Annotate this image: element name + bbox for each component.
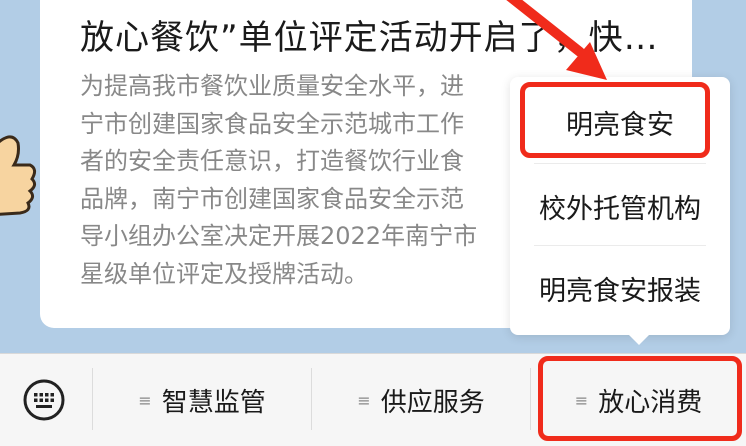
menu-list-icon: ≡: [138, 390, 152, 410]
highlight-box-menu: [538, 356, 742, 441]
menu-item-zhihui-jianguan[interactable]: ≡ 智慧监管: [93, 354, 311, 446]
keyboard-icon[interactable]: [22, 378, 66, 422]
article-headline[interactable]: 放心餐饮”单位评定活动开启了，快…: [80, 10, 659, 59]
highlight-box-submenu: [520, 82, 710, 158]
description-line: 品牌，南宁市创建国家食品安全示范: [80, 184, 464, 213]
article-description: 为提高我市餐饮业质量安全水平，进 宁市创建国家食品安全示范城市工作 者的安全责任…: [80, 68, 520, 293]
submenu-item-xiaowai-tuoguan[interactable]: 校外托管机构: [510, 165, 730, 247]
submenu-item-label: 校外托管机构: [539, 193, 701, 225]
submenu-popup-tail: [628, 334, 650, 345]
submenu-divider: [534, 163, 706, 164]
description-line: 者的安全责任意识，打造餐饮行业食: [80, 147, 464, 175]
description-line: 为提高我市餐饮业质量安全水平，进: [80, 72, 464, 100]
description-line: 宁市创建国家食品安全示范城市工作: [80, 109, 464, 138]
submenu-item-mingliang-baozhuang[interactable]: 明亮食安报装: [510, 247, 730, 329]
menu-item-label: 供应服务: [380, 387, 485, 418]
menu-list-icon: ≡: [357, 390, 371, 410]
menu-item-label: 智慧监管: [161, 387, 266, 418]
description-line: 星级单位评定及授牌活动。: [80, 259, 368, 288]
thumbs-up-illustration: [0, 135, 37, 216]
description-line: 导小组办公室决定开展2022年南宁市: [80, 222, 478, 250]
submenu-divider: [534, 245, 706, 246]
menu-item-gongying-fuwu[interactable]: ≡ 供应服务: [312, 354, 530, 446]
submenu-item-label: 明亮食安报装: [539, 275, 701, 307]
